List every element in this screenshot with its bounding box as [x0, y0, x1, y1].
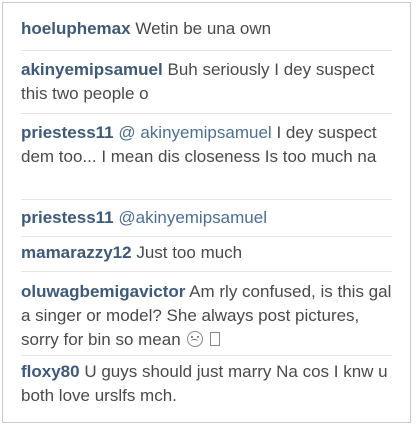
comment-divider	[21, 271, 392, 272]
comment-text: Just too much	[136, 243, 243, 262]
comment-divider	[21, 199, 392, 200]
comment-username[interactable]: oluwagbemigavictor	[21, 282, 185, 301]
comment-mention[interactable]: @akinyemipsamuel	[118, 208, 267, 227]
comment-username[interactable]: priestess11	[21, 123, 114, 142]
comment-username[interactable]: akinyemipsamuel	[21, 60, 163, 79]
comments-panel: hoeluphemax Wetin be una own akinyemipsa…	[2, 2, 411, 423]
comment-item: oluwagbemigavictor Am rly confused, is t…	[21, 280, 396, 352]
comment-username[interactable]: mamarazzy12	[21, 243, 132, 262]
comment-username[interactable]: hoeluphemax	[21, 19, 131, 38]
comment-item: mamarazzy12 Just too much	[21, 241, 396, 265]
comment-text: Wetin be una own	[135, 19, 272, 38]
comment-item: priestess11 @akinyemipsamuel	[21, 206, 396, 230]
comment-mention[interactable]: @ akinyemipsamuel	[118, 123, 271, 142]
comment-item: akinyemipsamuel Buh seriously I dey susp…	[21, 58, 396, 106]
comment-divider	[21, 236, 392, 237]
comment-item: hoeluphemax Wetin be una own	[21, 17, 396, 41]
comment-username[interactable]: priestess11	[21, 208, 114, 227]
comment-item: floxy80 U guys should just marry Na cos …	[21, 360, 396, 408]
comment-divider	[21, 355, 392, 356]
comment-divider	[21, 50, 392, 51]
comment-divider	[21, 113, 392, 114]
comment-item: priestess11 @ akinyemipsamuel I dey susp…	[21, 121, 396, 169]
sad-face-emoji-icon	[187, 331, 204, 347]
missing-glyph-icon	[210, 332, 221, 346]
comment-username[interactable]: floxy80	[21, 362, 80, 381]
